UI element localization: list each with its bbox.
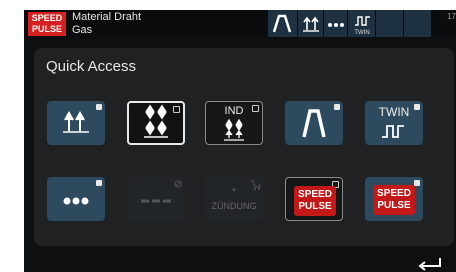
speed-pulse-line2: PULSE [298,201,332,212]
header-more-button[interactable] [324,10,348,37]
trigger-ind-button[interactable]: IND [205,101,263,145]
trigger-4t-button[interactable] [127,101,185,145]
quick-access-title: Quick Access [46,58,137,75]
page-number: 17 [447,12,456,21]
quick-access-panel: Quick Access IND TWIN + ZÜNDUNG SPEED PU… [34,48,454,246]
badge-line2: PULSE [31,24,62,34]
more-dots-icon [328,23,344,27]
speed-pulse-line1: SPEED [377,188,411,199]
speed-pulse-badge: SPEED PULSE [28,12,66,36]
speed-pulse-tile-badge: SPEED PULSE [373,185,415,215]
speed-pulse-button[interactable]: SPEED PULSE [365,177,423,221]
twin-pulse-icon: TWIN [354,16,370,36]
trigger-arrows-icon [63,110,89,133]
badge-line1: SPEED [31,13,63,23]
cart-icon [251,180,261,190]
machine-screen: SPEED PULSE Material Draht Gas TWIN 17 Q… [24,10,456,272]
trigger-arrows-icon [303,16,319,32]
ind-arrows-icon [224,118,244,141]
pulse-shape-button[interactable] [285,101,343,145]
header-empty-slot-1[interactable] [376,10,404,37]
disabled-dash-button[interactable] [127,177,185,221]
speed-pulse-line2: PULSE [377,200,411,211]
dashes-icon [141,199,171,203]
zundung-button[interactable]: + ZÜNDUNG [205,177,263,221]
more-options-button[interactable] [47,177,105,221]
back-button[interactable] [416,256,446,272]
header-twin-button[interactable]: TWIN [348,10,376,37]
speed-pulse-line1: SPEED [298,189,332,200]
svg-text:TWIN: TWIN [354,30,369,36]
header-trigger-mode-button[interactable] [298,10,324,37]
material-label: Material Draht [72,11,142,23]
twin-mode-button[interactable]: TWIN [365,101,423,145]
speed-pulse-button-selected[interactable]: SPEED PULSE [285,177,343,221]
pulse-shape-icon [272,14,292,33]
pulse-shape-icon [302,109,326,138]
back-arrow-icon [418,258,441,271]
trigger-4t-icon [144,104,168,138]
tile-checkbox-indicator [414,180,420,186]
speed-pulse-tile-badge: SPEED PULSE [294,186,336,216]
gas-label: Gas [72,24,93,36]
more-dots-icon [63,197,89,205]
trigger-2t-button[interactable] [47,101,105,145]
status-header: SPEED PULSE Material Draht Gas TWIN 17 [24,10,456,38]
zundung-label: ZÜNDUNG [211,201,257,211]
twin-pulse-icon [382,125,404,138]
header-empty-slot-2[interactable] [404,10,432,37]
header-pulse-shape-button[interactable] [268,10,298,37]
zundung-plus: + [231,185,237,195]
